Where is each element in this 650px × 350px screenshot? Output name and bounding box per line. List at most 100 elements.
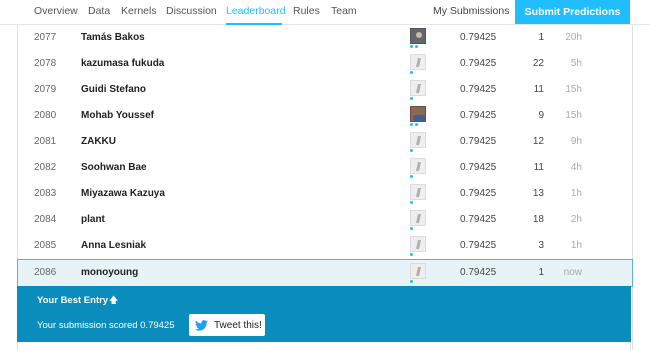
team-member-dot-icon (410, 123, 413, 126)
table-row-current-user[interactable]: 2086 monoyoung 0.79425 1 now (17, 259, 633, 287)
avatar[interactable] (410, 263, 426, 279)
avatar[interactable] (410, 236, 426, 252)
team-member-dot-icon (410, 71, 413, 74)
best-entry-score-text: Your submission scored 0.79425 (37, 320, 175, 331)
submit-predictions-button[interactable]: Submit Predictions (515, 0, 630, 24)
rank-cell: 2085 (34, 240, 57, 251)
last-submission-cell: 15h (565, 110, 582, 121)
entries-cell: 18 (532, 214, 544, 225)
my-submissions-link[interactable]: My Submissions (433, 5, 509, 17)
score-cell: 0.79425 (460, 32, 497, 43)
arrow-up-icon: 🡅 (109, 295, 119, 305)
avatar[interactable] (410, 158, 426, 174)
table-row[interactable]: 2082 Soohwan Bae 0.79425 11 4h (18, 155, 632, 182)
table-row[interactable]: 2079 Guidi Stefano 0.79425 11 15h (18, 77, 632, 104)
entries-cell: 11 (533, 162, 544, 173)
team-member-dot-icon (410, 175, 413, 178)
last-submission-cell: 5h (570, 58, 582, 69)
table-row[interactable]: 2083 Miyazawa Kazuya 0.79425 13 1h (18, 181, 632, 208)
last-submission-cell: 2h (570, 214, 582, 225)
team-member-dot-icon (410, 227, 413, 230)
rank-cell: 2080 (34, 110, 57, 121)
team-name[interactable]: Mohab Youssef (81, 110, 154, 121)
tweet-label: Tweet this! (214, 319, 262, 331)
tab-team[interactable]: Team (331, 5, 357, 17)
score-cell: 0.79425 (460, 188, 497, 199)
score-cell: 0.79425 (460, 136, 497, 147)
score-cell: 0.79425 (460, 110, 497, 121)
last-submission-cell: 1h (570, 240, 582, 251)
rank-cell: 2086 (34, 267, 57, 278)
team-name[interactable]: Miyazawa Kazuya (81, 188, 165, 199)
table-row[interactable]: 2078 kazumasa fukuda 0.79425 22 5h (18, 51, 632, 78)
team-member-dot-icon (415, 45, 418, 48)
team-name[interactable]: ZAKKU (81, 136, 116, 147)
last-submission-cell: 9h (570, 136, 582, 147)
entries-cell: 22 (532, 58, 544, 69)
table-row[interactable]: 2085 Anna Lesniak 0.79425 3 1h (18, 233, 632, 260)
team-member-dot-icon (410, 280, 413, 283)
tab-data[interactable]: Data (88, 5, 110, 17)
score-cell: 0.79425 (460, 240, 497, 251)
score-cell: 0.79425 (460, 267, 497, 278)
tab-discussion[interactable]: Discussion (166, 5, 217, 17)
avatar[interactable] (410, 210, 426, 226)
rank-cell: 2078 (34, 58, 57, 69)
tab-leaderboard[interactable]: Leaderboard (226, 5, 286, 17)
team-name[interactable]: Anna Lesniak (81, 240, 146, 251)
team-name[interactable]: plant (81, 214, 105, 225)
team-name[interactable]: monoyoung (81, 267, 138, 278)
table-row[interactable]: 2080 Mohab Youssef 0.79425 9 15h (18, 103, 632, 130)
team-member-dot-icon (410, 253, 413, 256)
best-entry-title: Your Best Entry (37, 295, 109, 306)
team-member-dot-icon (410, 45, 413, 48)
last-submission-cell: 15h (565, 84, 582, 95)
avatar[interactable] (410, 80, 426, 96)
table-bottom-edge (17, 342, 631, 350)
last-submission-cell: now (563, 267, 582, 278)
table-row[interactable]: 2084 plant 0.79425 18 2h (18, 207, 632, 234)
rank-cell: 2082 (34, 162, 57, 173)
team-name[interactable]: Guidi Stefano (81, 84, 146, 95)
entries-cell: 3 (538, 240, 544, 251)
avatar[interactable] (410, 184, 426, 200)
tab-kernels[interactable]: Kernels (121, 5, 157, 17)
team-member-dot-icon (415, 123, 418, 126)
score-cell: 0.79425 (460, 84, 497, 95)
entries-cell: 1 (538, 32, 544, 43)
team-name[interactable]: Tamás Bakos (81, 32, 145, 43)
twitter-bird-icon (195, 319, 208, 331)
best-entry-panel: Your Best Entry 🡅 Your submission scored… (17, 286, 631, 342)
team-member-dot-icon (410, 201, 413, 204)
avatar[interactable] (410, 54, 426, 70)
rank-cell: 2083 (34, 188, 57, 199)
tab-rules[interactable]: Rules (293, 5, 320, 17)
team-name[interactable]: kazumasa fukuda (81, 58, 164, 69)
avatar[interactable] (410, 28, 426, 44)
last-submission-cell: 4h (570, 162, 582, 173)
team-member-dot-icon (410, 149, 413, 152)
entries-cell: 12 (532, 136, 544, 147)
competition-nav: Overview Data Kernels Discussion Leaderb… (0, 0, 650, 25)
score-cell: 0.79425 (460, 58, 497, 69)
table-row[interactable]: 2077 Tamás Bakos 0.79425 1 20h (18, 25, 632, 52)
rank-cell: 2077 (34, 32, 57, 43)
score-cell: 0.79425 (460, 162, 497, 173)
avatar[interactable] (410, 132, 426, 148)
entries-cell: 9 (538, 110, 544, 121)
team-member-dot-icon (410, 97, 413, 100)
entries-cell: 1 (538, 267, 544, 278)
rank-cell: 2079 (34, 84, 57, 95)
rank-cell: 2081 (34, 136, 57, 147)
rank-cell: 2084 (34, 214, 57, 225)
last-submission-cell: 20h (565, 32, 582, 43)
avatar[interactable] (410, 106, 426, 122)
score-cell: 0.79425 (460, 214, 497, 225)
entries-cell: 11 (533, 84, 544, 95)
team-name[interactable]: Soohwan Bae (81, 162, 147, 173)
entries-cell: 13 (532, 188, 544, 199)
tweet-button[interactable]: Tweet this! (189, 314, 265, 336)
table-row[interactable]: 2081 ZAKKU 0.79425 12 9h (18, 129, 632, 156)
last-submission-cell: 1h (570, 188, 582, 199)
tab-overview[interactable]: Overview (34, 5, 78, 17)
